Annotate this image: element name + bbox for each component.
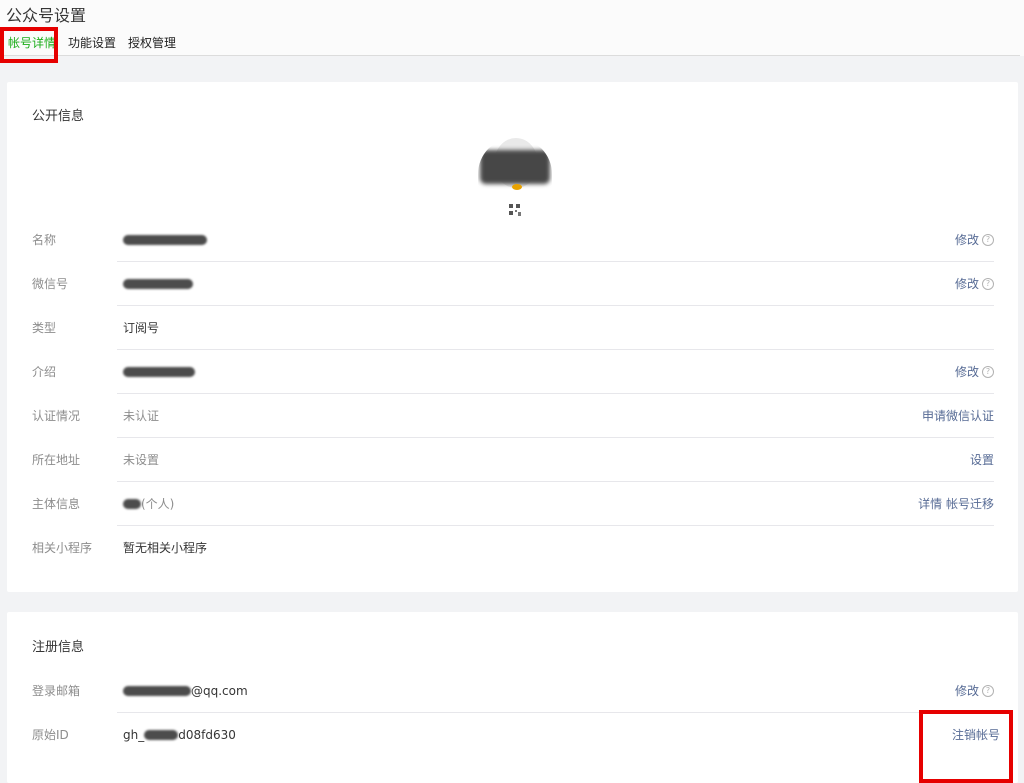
redacted-value — [123, 366, 195, 377]
info-row-verification: 认证情况 未认证 申请微信认证 — [32, 394, 994, 438]
row-value: 未认证 — [123, 409, 160, 423]
row-label: 类型 — [32, 321, 57, 335]
card-title-public-info: 公开信息 — [32, 109, 85, 124]
edit-email-link[interactable]: 修改? — [955, 669, 994, 713]
question-circle-icon[interactable]: ? — [982, 233, 994, 246]
question-circle-icon[interactable]: ? — [982, 684, 994, 697]
tab-divider — [0, 55, 1020, 56]
redacted-value — [123, 498, 141, 509]
row-value: gh_ d08fd630 — [123, 728, 236, 742]
row-value — [123, 218, 207, 262]
row-label: 登录邮箱 — [32, 684, 81, 698]
row-value — [123, 262, 193, 306]
info-row-intro: 介绍 修改? — [32, 350, 994, 394]
row-label: 名称 — [32, 233, 57, 247]
row-label: 认证情况 — [32, 409, 81, 423]
info-row-name: 名称 修改? — [32, 218, 994, 262]
public-info-card: 公开信息 名称 修改? 微信号 修改? 类型 订阅号 介绍 修改? 认证情况 未… — [7, 82, 1018, 592]
row-value: @qq.com — [123, 669, 248, 713]
row-label: 介绍 — [32, 365, 57, 379]
set-address-link[interactable]: 设置 — [970, 438, 994, 482]
info-row-login-email: 登录邮箱 @qq.com 修改? — [32, 669, 994, 713]
edit-intro-link[interactable]: 修改? — [955, 350, 994, 394]
info-row-original-id: 原始ID gh_ d08fd630 注销帐号 — [32, 713, 1000, 757]
row-label: 所在地址 — [32, 453, 81, 467]
tab-authorization-management[interactable]: 授权管理 — [128, 34, 176, 51]
info-row-type: 类型 订阅号 — [32, 306, 994, 350]
row-label: 主体信息 — [32, 497, 81, 511]
question-circle-icon[interactable]: ? — [982, 365, 994, 378]
highlight-box-tab — [0, 27, 58, 63]
question-circle-icon[interactable]: ? — [982, 277, 994, 290]
qrcode-icon[interactable] — [507, 201, 523, 219]
highlight-box-deregister — [919, 710, 1013, 783]
entity-actions: 详情 帐号迁移 — [918, 482, 994, 526]
entity-detail-link[interactable]: 详情 — [918, 497, 942, 511]
row-value: 未设置 — [123, 453, 160, 467]
redacted-value — [123, 234, 207, 245]
page-header: 公众号设置 帐号详情 功能设置 授权管理 — [0, 0, 1024, 56]
info-row-wechat-id: 微信号 修改? — [32, 262, 994, 306]
edit-name-link[interactable]: 修改? — [955, 218, 994, 262]
row-value: (个人) — [123, 482, 174, 526]
apply-verification-link[interactable]: 申请微信认证 — [922, 394, 994, 438]
card-title-register-info: 注册信息 — [32, 640, 85, 655]
row-value: 订阅号 — [123, 321, 160, 335]
tab-function-settings[interactable]: 功能设置 — [68, 34, 116, 51]
row-label: 原始ID — [32, 728, 69, 742]
row-label: 相关小程序 — [32, 541, 93, 555]
row-value — [123, 350, 195, 394]
info-row-entity: 主体信息 (个人) 详情 帐号迁移 — [32, 482, 994, 526]
account-avatar[interactable] — [478, 138, 552, 194]
redacted-value — [123, 685, 191, 696]
account-migrate-link[interactable]: 帐号迁移 — [946, 497, 994, 511]
info-row-mini-programs: 相关小程序 暂无相关小程序 — [32, 526, 994, 570]
edit-wechat-id-link[interactable]: 修改? — [955, 262, 994, 306]
redacted-value — [123, 278, 193, 289]
row-label: 微信号 — [32, 277, 69, 291]
row-value: 暂无相关小程序 — [123, 541, 208, 555]
info-row-address: 所在地址 未设置 设置 — [32, 438, 994, 482]
page-title: 公众号设置 — [6, 6, 87, 25]
register-info-card: 注册信息 登录邮箱 @qq.com 修改? 原始ID gh_ d08fd630 注… — [7, 612, 1018, 783]
redacted-value — [144, 729, 179, 740]
